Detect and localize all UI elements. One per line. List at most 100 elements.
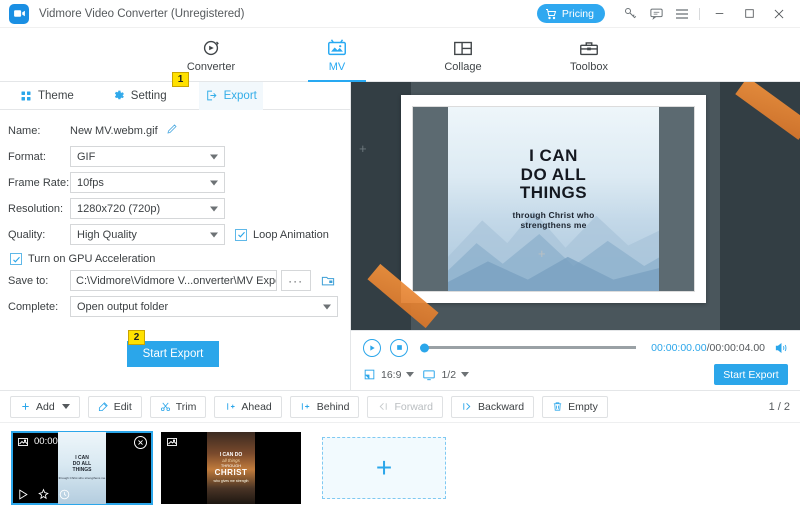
chevron-down-icon: [461, 372, 469, 377]
preview-panel: + I CAN DO ALL THINGS: [351, 82, 800, 390]
feedback-icon[interactable]: [643, 1, 669, 27]
export-form: Name: New MV.webm.gif Format: GIF Frame …: [0, 110, 350, 367]
export-settings-panel: Theme Setting Export 1 Name: New MV.webm: [0, 82, 351, 390]
quality-select[interactable]: High Quality: [70, 224, 225, 245]
preview-stage[interactable]: + I CAN DO ALL THINGS: [351, 82, 800, 330]
panel-tab-bar: Theme Setting Export 1: [0, 82, 350, 110]
checkbox-checked-icon: [10, 253, 22, 265]
saveto-input[interactable]: C:\Vidmore\Vidmore V...onverter\MV Expor…: [70, 270, 277, 291]
plus-icon: [20, 401, 31, 412]
framerate-select[interactable]: 10fps: [70, 172, 225, 193]
add-button[interactable]: Add: [10, 396, 80, 418]
close-icon[interactable]: [764, 1, 794, 27]
stop-button[interactable]: [390, 339, 408, 357]
panel-tab-setting-label: Setting: [131, 90, 167, 102]
forward-button-label: Forward: [394, 401, 433, 413]
thumbnail-1-line3: THINGS: [73, 468, 92, 474]
insert-ahead-icon: [224, 401, 236, 412]
name-row: Name: New MV.webm.gif: [8, 120, 338, 141]
titlebar-divider: [699, 8, 700, 20]
clip-effects-icon[interactable]: [37, 488, 50, 501]
aspect-ratio-dropdown[interactable]: 16:9: [363, 368, 414, 381]
edit-name-pencil-icon[interactable]: [166, 123, 178, 138]
chevron-down-icon: [406, 372, 414, 377]
image-type-icon: [166, 436, 178, 451]
tab-toolbox[interactable]: Toolbox: [552, 28, 626, 82]
aspect-ratio-icon: [363, 368, 376, 381]
step-badge-2: 2: [128, 330, 145, 345]
tab-collage[interactable]: Collage: [426, 28, 500, 82]
panel-tab-theme[interactable]: Theme: [14, 82, 80, 110]
tab-converter-label: Converter: [187, 61, 235, 73]
chevron-down-icon: [210, 206, 218, 211]
preview-options-row: 16:9 1/2 Start Export: [363, 364, 788, 386]
saveto-label: Save to:: [8, 275, 70, 287]
title-bar: Vidmore Video Converter (Unregistered) P…: [0, 0, 800, 28]
gpu-acceleration-checkbox[interactable]: Turn on GPU Acceleration: [10, 253, 338, 265]
grid-icon: [20, 90, 32, 102]
framerate-row: Frame Rate: 10fps: [8, 172, 338, 193]
edit-wand-icon: [98, 401, 109, 412]
add-media-placeholder[interactable]: +: [322, 437, 446, 499]
progress-slider[interactable]: [423, 346, 636, 349]
slide-line-2: DO ALL: [448, 166, 659, 184]
loop-animation-checkbox[interactable]: Loop Animation: [235, 229, 329, 241]
framerate-value: 10fps: [77, 177, 104, 189]
screen-split-dropdown[interactable]: 1/2: [422, 368, 469, 382]
chevron-down-icon: [210, 232, 218, 237]
thumbnail-item-2[interactable]: I CAN DO all things THROUGH CHRIST who g…: [161, 432, 301, 504]
timecode: 00:00:00.00/00:00:04.00: [651, 342, 765, 354]
progress-knob[interactable]: [420, 343, 429, 352]
format-select[interactable]: GIF: [70, 146, 225, 167]
play-icon: [368, 344, 376, 352]
saveto-row: Save to: C:\Vidmore\Vidmore V...onverter…: [8, 270, 338, 291]
trim-button-label: Trim: [176, 401, 197, 413]
thumbnail-1-sub: through Christ who strengthens me: [59, 476, 106, 480]
clip-toolbar: Add Edit Trim Ahead Behind F: [0, 390, 800, 423]
behind-button[interactable]: Behind: [290, 396, 360, 418]
tab-mv[interactable]: MV: [300, 28, 374, 82]
quality-row: Quality: High Quality Loop Animation: [8, 224, 338, 245]
tab-collage-label: Collage: [444, 61, 481, 73]
export-icon: [205, 89, 218, 102]
thumbnail-2-line-e: who gives me strength: [213, 479, 248, 484]
play-button[interactable]: [363, 339, 381, 357]
hamburger-menu-icon[interactable]: [669, 1, 695, 27]
pricing-button[interactable]: Pricing: [537, 4, 605, 23]
resolution-select[interactable]: 1280x720 (720p): [70, 198, 225, 219]
panel-tab-setting[interactable]: Setting: [106, 82, 173, 110]
trash-icon: [552, 401, 563, 412]
tab-toolbox-label: Toolbox: [570, 61, 608, 73]
clip-duration-icon[interactable]: [58, 488, 71, 501]
volume-icon[interactable]: [774, 341, 788, 355]
resolution-label: Resolution:: [8, 203, 70, 215]
start-export-button-preview[interactable]: Start Export: [714, 364, 788, 385]
maximize-icon[interactable]: [734, 1, 764, 27]
backward-button[interactable]: Backward: [451, 396, 534, 418]
empty-button[interactable]: Empty: [542, 396, 608, 418]
slide-sub-1: through Christ who: [448, 210, 659, 221]
complete-label: Complete:: [8, 301, 70, 313]
loop-animation-label: Loop Animation: [253, 229, 329, 241]
insert-behind-icon: [300, 401, 312, 412]
panel-tab-export[interactable]: Export: [199, 82, 263, 110]
remove-clip-icon[interactable]: [134, 436, 147, 449]
minimize-icon[interactable]: [704, 1, 734, 27]
clip-thumbnail-strip: I CAN DO ALL THINGS through Christ who s…: [0, 423, 800, 513]
plus-icon: +: [376, 454, 392, 482]
chevron-down-icon: [210, 154, 218, 159]
format-row: Format: GIF: [8, 146, 338, 167]
complete-select[interactable]: Open output folder: [70, 296, 338, 317]
stop-icon: [396, 344, 403, 351]
playback-controls-row: 00:00:00.00/00:00:04.00: [363, 336, 788, 360]
thumbnail-2-preview: I CAN DO all things THROUGH CHRIST who g…: [207, 432, 255, 504]
browse-button[interactable]: ···: [281, 270, 311, 291]
main-navigation: Converter MV Collage Toolbox: [0, 28, 800, 82]
thumbnail-item-1[interactable]: I CAN DO ALL THINGS through Christ who s…: [12, 432, 152, 504]
key-icon[interactable]: [617, 1, 643, 27]
trim-button[interactable]: Trim: [150, 396, 207, 418]
ahead-button[interactable]: Ahead: [214, 396, 281, 418]
open-folder-icon[interactable]: [318, 270, 338, 291]
preview-clip-play-icon[interactable]: [16, 488, 29, 501]
edit-button[interactable]: Edit: [88, 396, 142, 418]
